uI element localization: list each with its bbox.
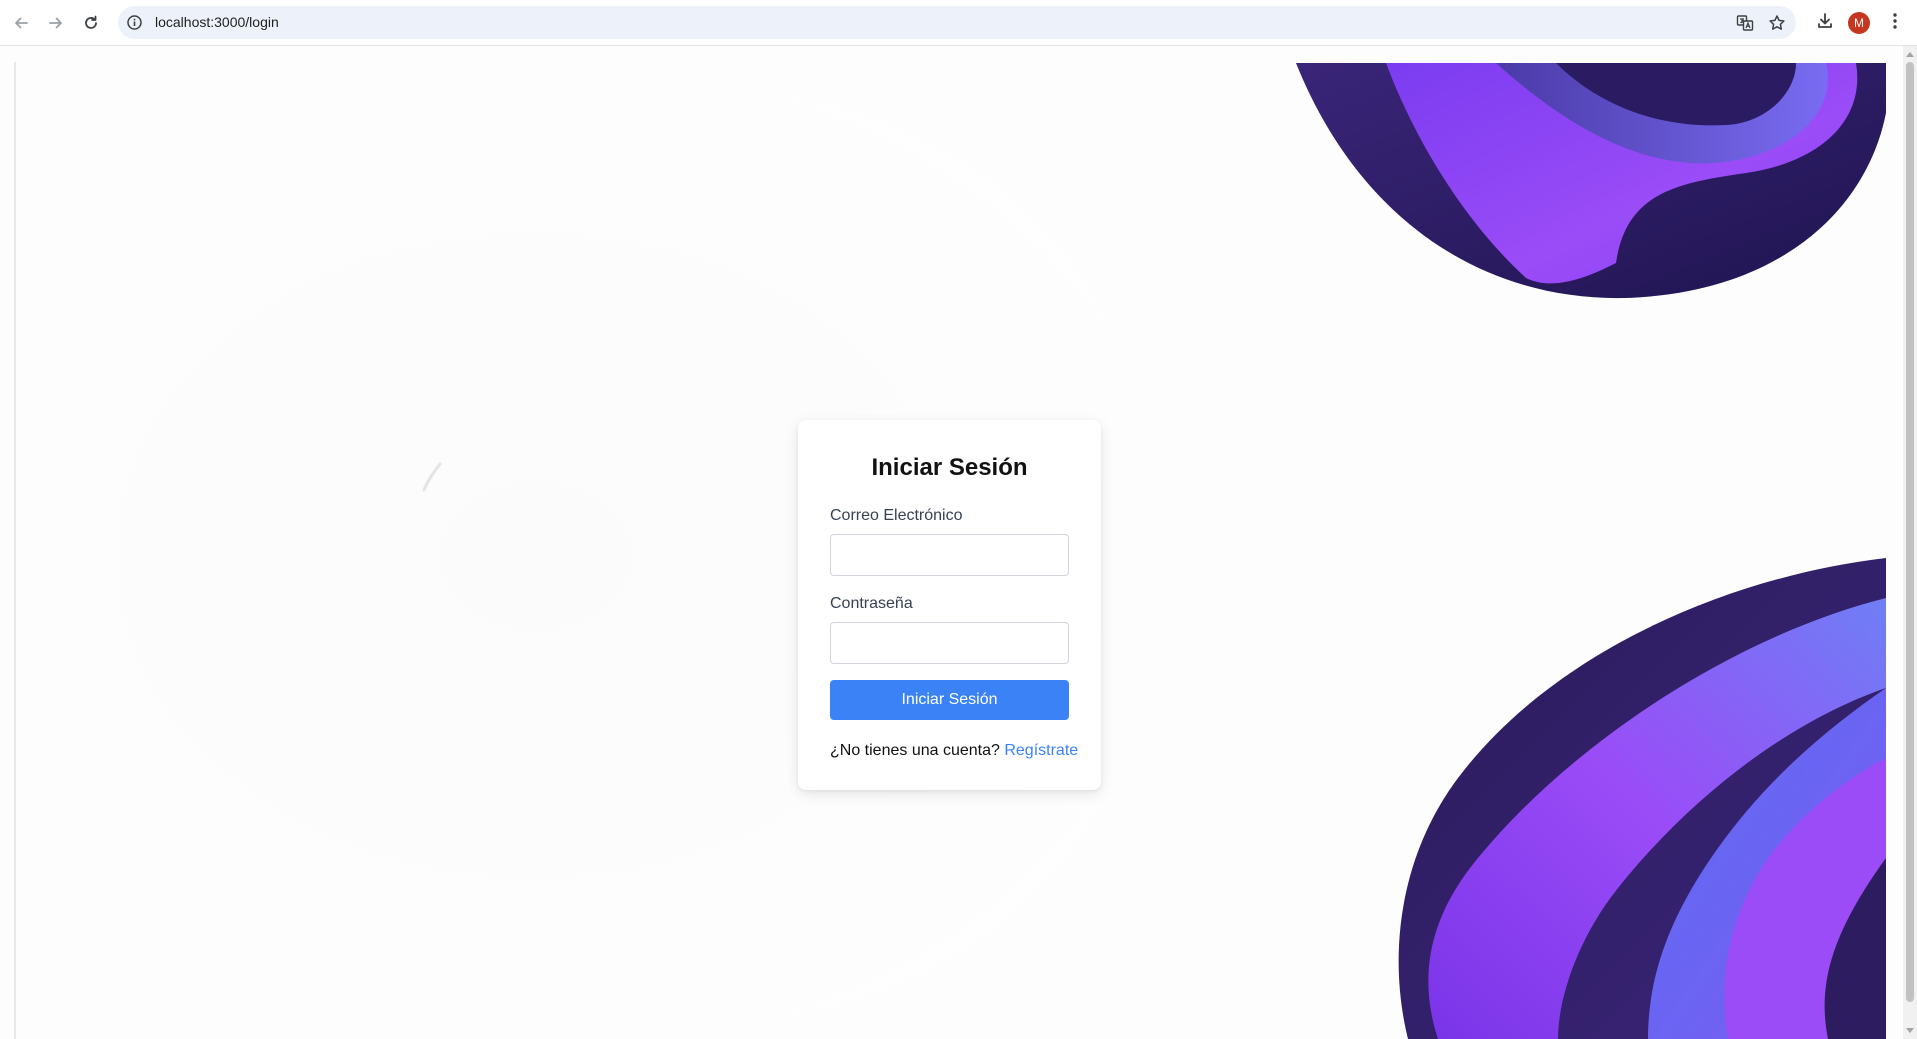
back-button[interactable]: [6, 8, 36, 38]
star-icon[interactable]: [1766, 12, 1788, 34]
page-scrollbar[interactable]: [1903, 46, 1917, 1039]
reload-button[interactable]: [76, 8, 106, 38]
page-left-border: [14, 62, 16, 1039]
arrow-left-icon: [13, 15, 29, 31]
scroll-down-arrow-icon[interactable]: [1906, 1028, 1914, 1033]
browser-toolbar: localhost:3000/login M: [0, 0, 1917, 46]
login-submit-button[interactable]: Iniciar Sesión: [830, 680, 1069, 720]
page-viewport: Iniciar Sesión Correo Electrónico Contra…: [0, 46, 1903, 1039]
email-field[interactable]: [830, 534, 1069, 576]
kebab-menu-icon: [1892, 12, 1898, 35]
signup-prompt-line: ¿No tienes una cuenta? Regístrate: [830, 740, 1078, 762]
reload-icon: [83, 15, 99, 31]
decorative-ribbon-bottom: [1398, 558, 1886, 1039]
signup-link[interactable]: Regístrate: [1004, 742, 1078, 759]
decorative-ribbon-top: [1296, 63, 1886, 299]
url-text: localhost:3000/login: [155, 14, 279, 30]
faint-stroke-mark: [422, 462, 442, 492]
browser-menu-button[interactable]: [1880, 8, 1910, 38]
profile-avatar[interactable]: M: [1848, 12, 1870, 34]
arrow-right-icon: [48, 15, 64, 31]
signup-prompt-text: ¿No tienes una cuenta?: [830, 742, 1000, 759]
login-title: Iniciar Sesión: [871, 454, 1028, 481]
scroll-thumb[interactable]: [1906, 62, 1914, 1002]
info-icon[interactable]: [126, 14, 143, 31]
translate-icon[interactable]: [1734, 12, 1756, 34]
password-label: Contraseña: [830, 595, 913, 612]
password-field[interactable]: [830, 622, 1069, 664]
address-bar[interactable]: localhost:3000/login: [118, 6, 1796, 39]
login-card: Iniciar Sesión Correo Electrónico Contra…: [798, 420, 1101, 790]
downloads-button[interactable]: [1810, 8, 1840, 38]
download-icon: [1816, 12, 1834, 35]
forward-button[interactable]: [41, 8, 71, 38]
email-label: Correo Electrónico: [830, 507, 963, 524]
scroll-up-arrow-icon[interactable]: [1906, 52, 1914, 57]
